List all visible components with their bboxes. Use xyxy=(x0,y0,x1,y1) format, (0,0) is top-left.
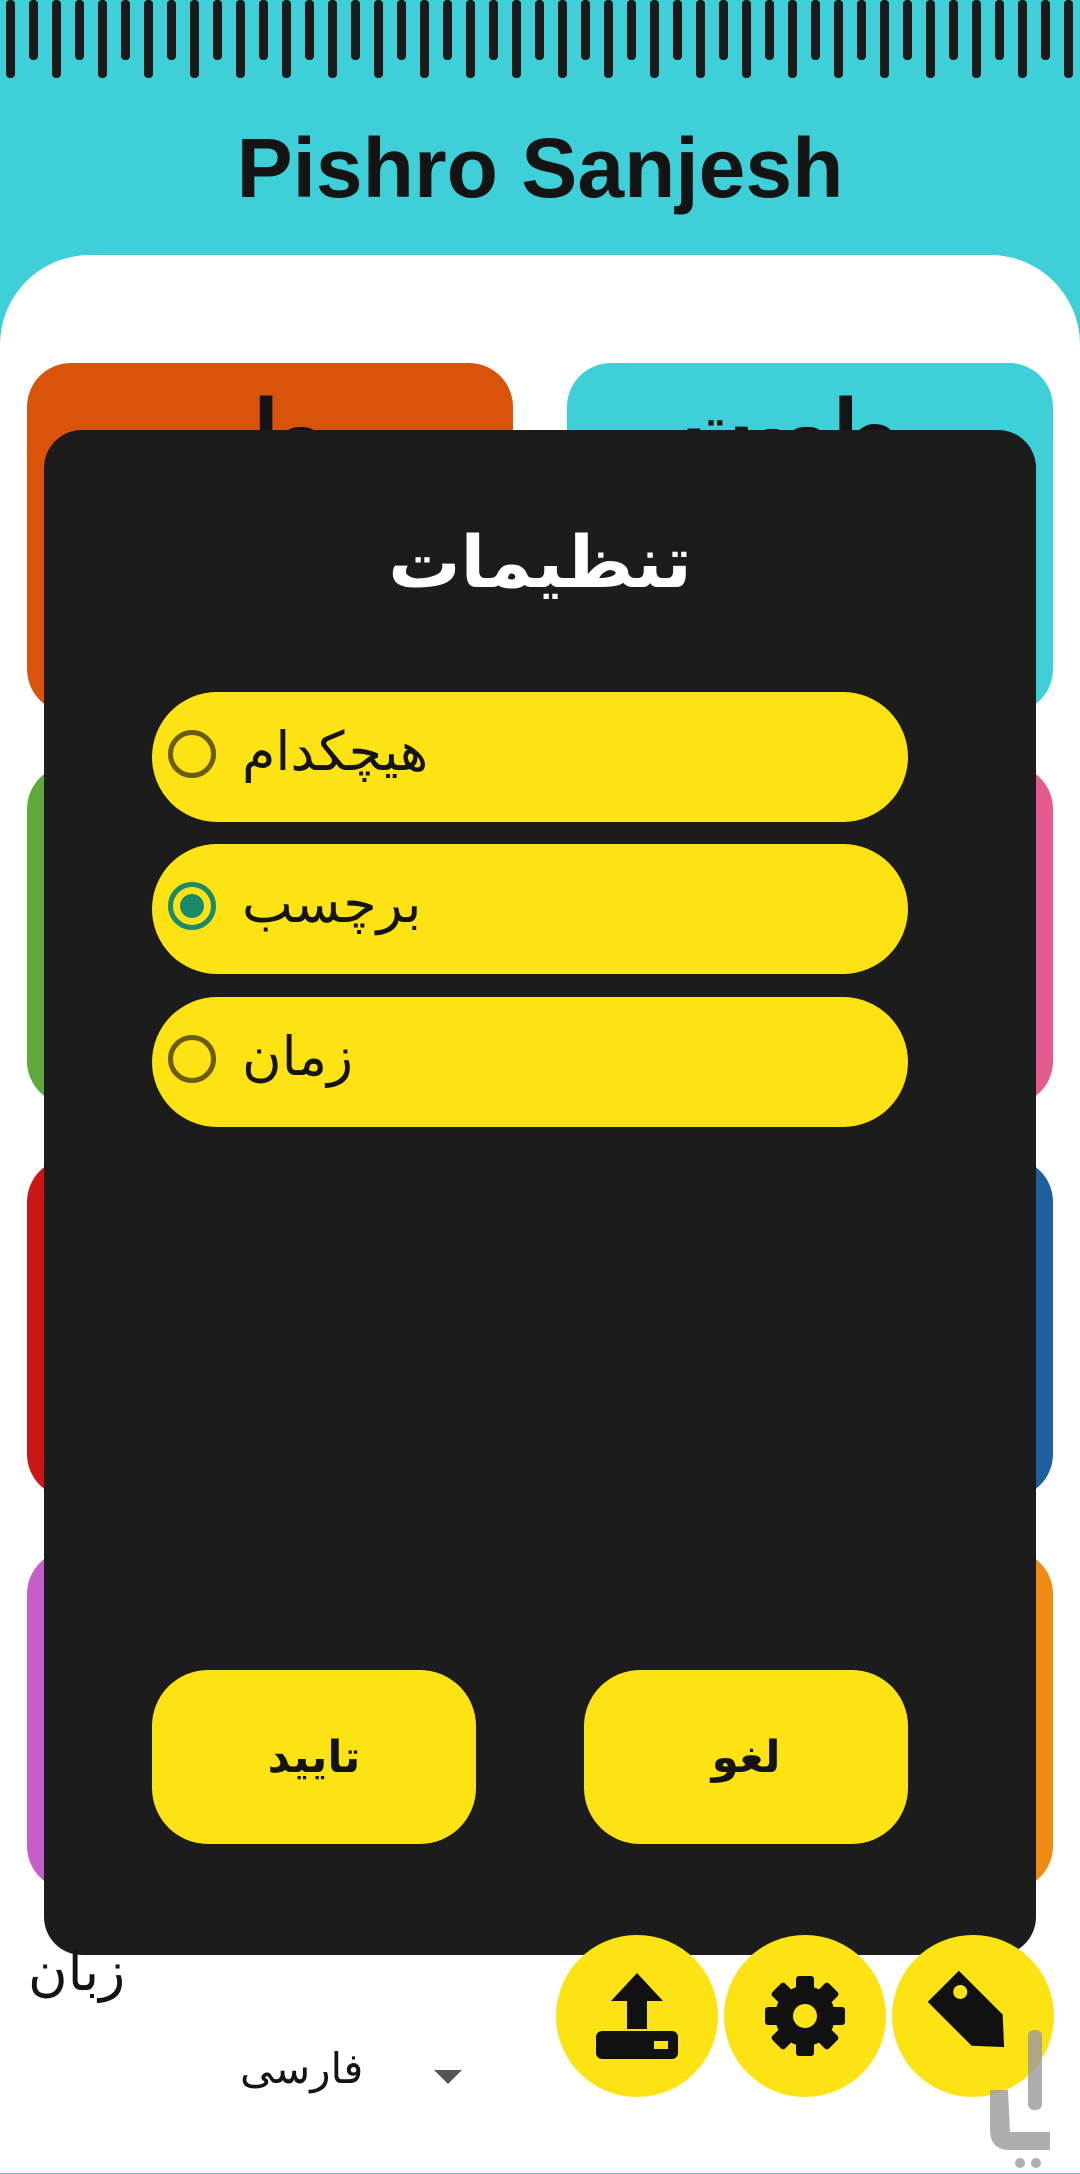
ruler-decoration xyxy=(0,0,1080,80)
chevron-down-icon xyxy=(434,2070,462,2084)
option-label: برچسب xyxy=(242,872,422,935)
language-label: زبان xyxy=(28,1940,126,2003)
language-dropdown[interactable]: فارسی xyxy=(230,2040,470,2110)
app-title: Pishro Sanjesh xyxy=(236,121,844,215)
option-label: هیچکدام xyxy=(242,720,429,783)
cancel-button[interactable]: لغو xyxy=(584,1670,908,1844)
option-label: زمان xyxy=(242,1025,354,1088)
language-value: فارسی xyxy=(240,2044,364,2093)
upload-button[interactable] xyxy=(556,1935,718,2097)
option-none[interactable]: هیچکدام xyxy=(152,692,908,822)
ruler-ticks xyxy=(6,0,1073,78)
option-time[interactable]: زمان xyxy=(152,997,908,1127)
settings-dialog: تنظیمات هیچکدام برچسب زمان تایید لغو xyxy=(44,430,1036,1955)
upload-icon xyxy=(596,1973,678,2059)
gear-icon xyxy=(765,1976,845,2056)
watermark-logo xyxy=(970,2020,1070,2170)
option-label-tag[interactable]: برچسب xyxy=(152,844,908,974)
confirm-button[interactable]: تایید xyxy=(152,1670,476,1844)
radio-button-selected[interactable] xyxy=(168,882,216,930)
radio-button[interactable] xyxy=(168,1035,216,1083)
settings-button[interactable] xyxy=(724,1935,886,2097)
dialog-title: تنظیمات xyxy=(388,520,692,604)
radio-button[interactable] xyxy=(168,730,216,778)
